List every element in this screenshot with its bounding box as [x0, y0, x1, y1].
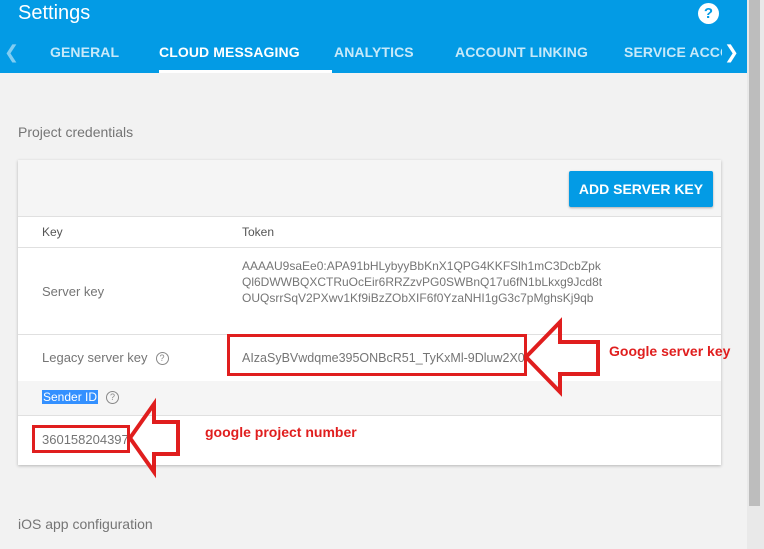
tab-bar: GENERAL CLOUD MESSAGING ANALYTICS ACCOUN… [22, 34, 722, 73]
chevron-right-icon[interactable]: ❯ [724, 40, 739, 64]
help-circle-icon[interactable]: ? [155, 352, 169, 365]
scrollbar-thumb[interactable] [749, 0, 760, 506]
tab-account-linking[interactable]: ACCOUNT LINKING [455, 34, 588, 73]
chevron-left-icon[interactable]: ❮ [4, 40, 19, 64]
left-arrow-icon [127, 397, 180, 479]
sender-id-highlight-box [32, 425, 130, 453]
tab-service-accounts[interactable]: SERVICE ACCOUNTS [624, 34, 722, 73]
tab-general[interactable]: GENERAL [50, 34, 119, 73]
help-icon[interactable]: ? [698, 3, 719, 24]
ios-app-configuration-title: iOS app configuration [18, 516, 153, 532]
token-line: AAAAU9saEe0:APA91bHLybyyBbKnX1QPG4KKFSlh… [242, 259, 601, 273]
divider [18, 415, 721, 416]
credentials-card: ADD SERVER KEY Key Token Server key AAAA… [18, 160, 721, 465]
project-number-annotation: google project number [205, 424, 357, 440]
project-credentials-title: Project credentials [18, 124, 134, 140]
page-scrollbar[interactable] [747, 0, 764, 549]
page-title: Settings [18, 2, 91, 24]
legacy-key-row-label: Legacy server key? [42, 350, 169, 365]
column-header-key: Key [42, 225, 63, 239]
tab-analytics[interactable]: ANALYTICS [334, 34, 414, 73]
divider [18, 216, 721, 217]
card-toolbar: ADD SERVER KEY [18, 160, 721, 216]
server-key-token: AAAAU9saEe0:APA91bHLybyyBbKnX1QPG4KKFSlh… [242, 258, 602, 306]
divider [18, 247, 721, 248]
column-header-token: Token [242, 225, 275, 239]
server-key-label: Server key [42, 284, 105, 299]
active-tab-indicator [159, 70, 332, 73]
token-line: OUQsrrSqV2PXwv1Kf9iBzZObXIF6f0YzaNHI1gG3… [242, 291, 594, 305]
tab-cloud-messaging[interactable]: CLOUD MESSAGING [159, 34, 300, 73]
legacy-server-key-label: Legacy server key [42, 350, 148, 365]
left-arrow-icon [523, 317, 600, 397]
help-circle-icon[interactable]: ? [106, 391, 120, 404]
app-header: Settings ? ❮ GENERAL CLOUD MESSAGING ANA… [0, 0, 747, 73]
server-key-annotation: Google server key [609, 343, 731, 359]
token-line: Ql6DWWBQXCTRuOcEir6RRZzvPG0SWBnQ17u6fN1b… [242, 275, 603, 289]
add-server-key-button[interactable]: ADD SERVER KEY [569, 171, 713, 207]
sender-id-label: Sender ID [42, 390, 99, 404]
sender-id-header-row: Sender ID? [18, 381, 721, 415]
legacy-key-highlight-box [227, 334, 527, 376]
sender-id-row-label: Sender ID? [42, 390, 120, 404]
